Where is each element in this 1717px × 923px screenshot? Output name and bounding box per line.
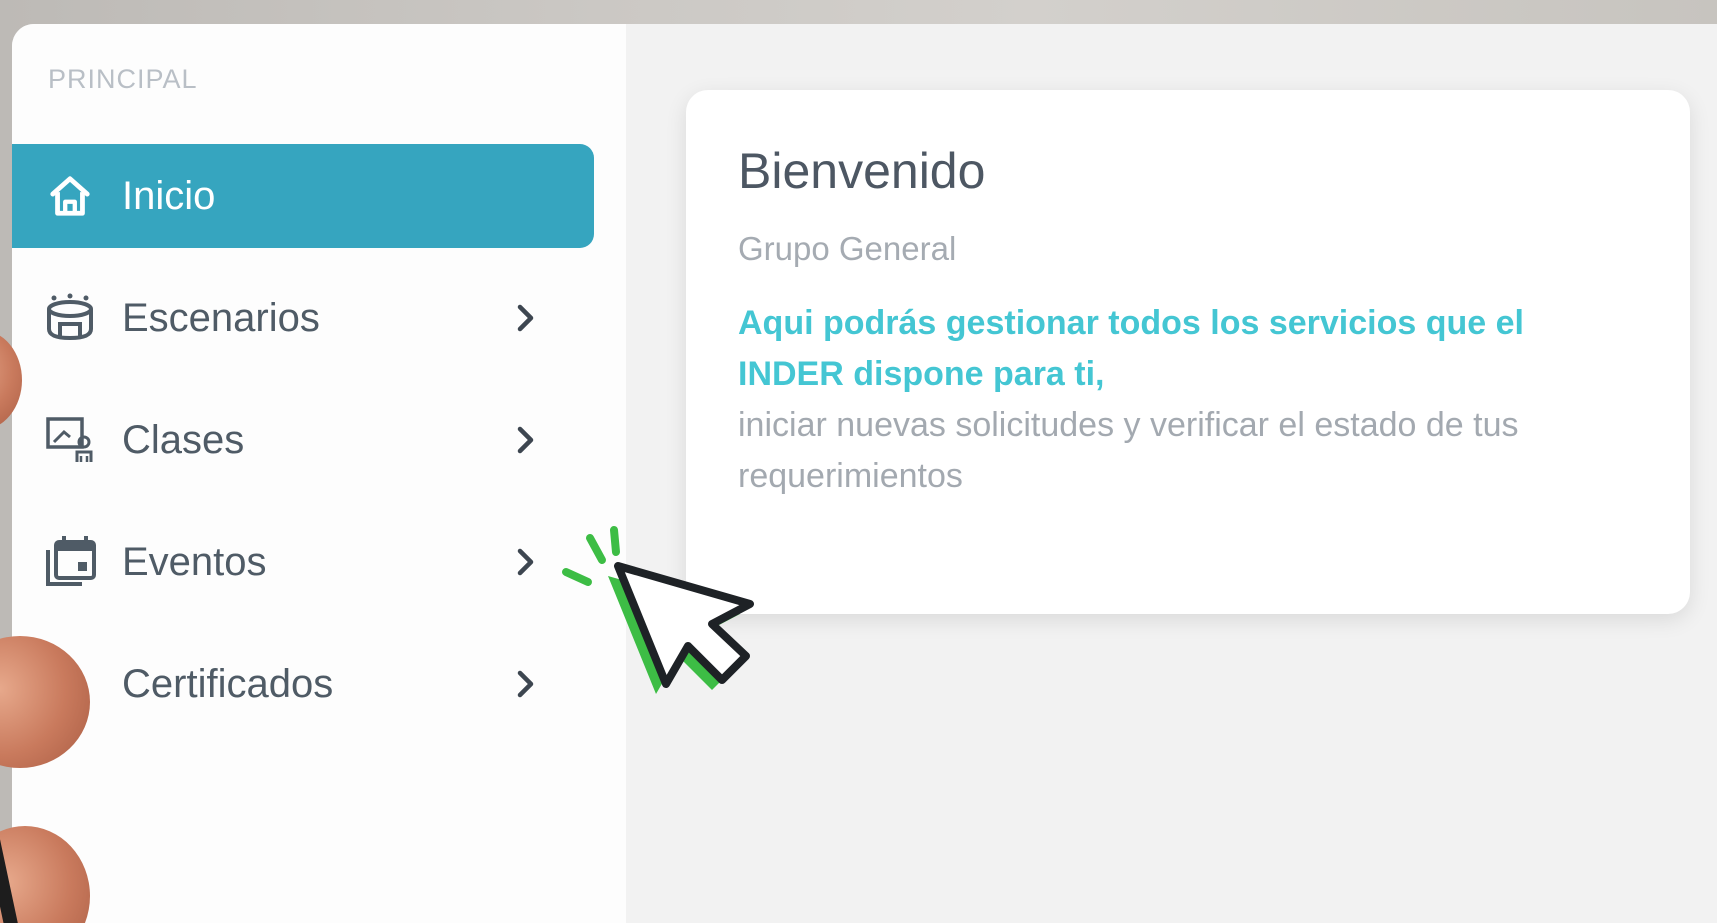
chevron-right-icon — [506, 542, 546, 582]
app-screen: PRINCIPAL Inicio Escenarios Clases Event… — [12, 24, 1717, 923]
sidebar-item-escenarios[interactable]: Escenarios — [12, 266, 594, 370]
sidebar-item-clases[interactable]: Clases — [12, 388, 594, 492]
sidebar-item-eventos[interactable]: Eventos — [12, 510, 594, 614]
sidebar-item-label: Clases — [122, 417, 245, 462]
calendar-events-icon — [42, 534, 98, 590]
sidebar-item-label: Escenarios — [122, 295, 320, 340]
mouse-cursor-icon — [562, 526, 754, 694]
sidebar: PRINCIPAL Inicio Escenarios Clases Event… — [12, 24, 626, 923]
stadium-icon — [42, 290, 98, 346]
chevron-right-icon — [506, 420, 546, 460]
card-title: Bienvenido — [738, 143, 986, 199]
sidebar-item-inicio[interactable]: Inicio — [12, 144, 594, 248]
card-highlight-text: Aqui podrás gestionar todos los servicio… — [738, 304, 1524, 393]
card-body-text: iniciar nuevas solicitudes y verificar e… — [738, 406, 1519, 495]
sidebar-item-label: Inicio — [122, 173, 216, 218]
sidebar-item-certificados[interactable]: Certificados — [12, 632, 594, 736]
home-icon — [42, 168, 98, 224]
sidebar-item-label: Eventos — [122, 539, 267, 584]
welcome-card: Bienvenido Grupo General Aqui podrás ges… — [686, 90, 1690, 614]
chevron-right-icon — [506, 298, 546, 338]
photo-background: PRINCIPAL Inicio Escenarios Clases Event… — [0, 0, 1717, 923]
card-subtitle: Grupo General — [738, 230, 957, 267]
chevron-right-icon — [506, 664, 546, 704]
sidebar-section-label: PRINCIPAL — [48, 64, 198, 94]
class-board-icon — [42, 412, 98, 468]
sidebar-item-label: Certificados — [122, 661, 334, 706]
